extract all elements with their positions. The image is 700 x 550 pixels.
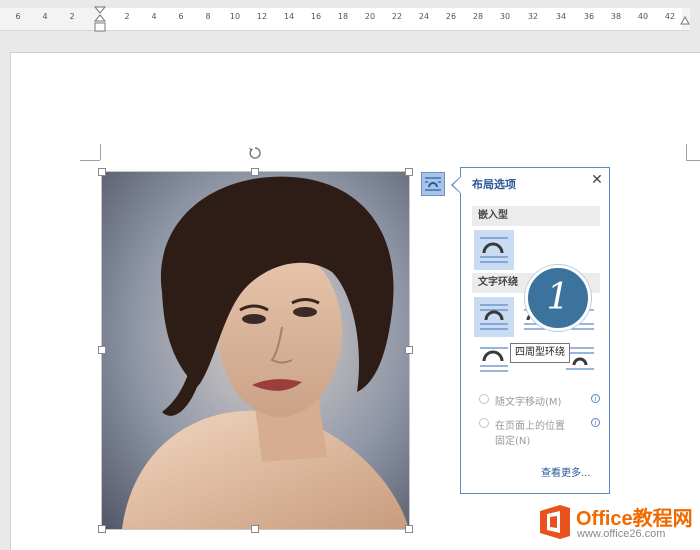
layout-options-panel: 布局选项 ✕ 嵌入型 文字环绕 随文字移动(M) i 在页面上的位置 固定(N)… <box>460 167 610 494</box>
resize-handle-bottom[interactable] <box>251 525 259 533</box>
ruler-tick: 2 <box>124 12 130 21</box>
close-icon[interactable]: ✕ <box>589 172 605 188</box>
ruler-tick: 34 <box>555 12 567 21</box>
horizontal-ruler[interactable]: 6 4 2 2 4 6 8 10 12 14 16 18 20 22 24 26… <box>0 0 700 40</box>
inline-wrap-icon <box>480 237 508 263</box>
ruler-tick: 42 <box>664 12 676 21</box>
ruler-tick: 24 <box>418 12 430 21</box>
top-bottom-wrap-icon <box>480 347 508 372</box>
wrap-text-icon <box>425 177 441 191</box>
right-indent-marker-icon[interactable] <box>680 16 690 26</box>
ruler-tick: 8 <box>205 12 211 21</box>
inserted-photo[interactable] <box>101 171 410 530</box>
resize-handle-top-right[interactable] <box>405 168 413 176</box>
ruler-tick: 22 <box>391 12 403 21</box>
tooltip: 四周型环绕 <box>510 343 570 363</box>
ruler-tick: 40 <box>637 12 649 21</box>
radio-button[interactable] <box>479 394 489 404</box>
ruler-tick: 2 <box>69 12 75 21</box>
portrait-photo <box>102 172 409 529</box>
watermark-brand: Office教程网 <box>576 508 693 530</box>
panel-pointer-inner <box>453 177 461 193</box>
ruler-tick: 20 <box>364 12 376 21</box>
crop-mark <box>686 144 687 160</box>
indent-marker-icon[interactable] <box>94 6 106 34</box>
resize-handle-top-left[interactable] <box>98 168 106 176</box>
ruler-tick: 6 <box>178 12 184 21</box>
resize-handle-top[interactable] <box>251 168 259 176</box>
info-icon[interactable]: i <box>591 418 600 427</box>
ruler-tick: 36 <box>583 12 595 21</box>
radio-fix-position[interactable]: 在页面上的位置 固定(N) <box>479 417 565 447</box>
radio-move-with-text[interactable]: 随文字移动(M) <box>479 393 561 408</box>
office-logo-icon <box>540 505 570 539</box>
ruler-tick: 14 <box>283 12 295 21</box>
radio-fix-position-label-line1: 在页面上的位置 <box>495 421 565 432</box>
radio-button[interactable] <box>479 418 489 428</box>
see-more-link[interactable]: 查看更多... <box>541 464 591 479</box>
section-inline: 嵌入型 <box>472 206 600 226</box>
watermark-url: www.office26.com <box>577 528 666 540</box>
crop-mark <box>80 160 100 161</box>
crop-mark <box>100 144 101 160</box>
ruler-tick: 38 <box>610 12 622 21</box>
ruler-tick: 4 <box>42 12 48 21</box>
info-icon[interactable]: i <box>591 394 600 403</box>
resize-handle-bottom-right[interactable] <box>405 525 413 533</box>
ruler-tick: 4 <box>151 12 157 21</box>
panel-title: 布局选项 <box>472 178 516 191</box>
layout-options-button[interactable] <box>421 172 445 196</box>
ruler-tick: 18 <box>337 12 349 21</box>
resize-handle-right[interactable] <box>405 346 413 354</box>
crop-mark <box>686 160 700 161</box>
radio-fix-position-label-line2: 固定(N) <box>495 436 531 447</box>
square-wrap-icon <box>480 304 508 330</box>
ruler-tick: 30 <box>499 12 511 21</box>
ruler-tick: 10 <box>229 12 241 21</box>
ruler-tick: 32 <box>527 12 539 21</box>
step-callout-badge: 1 <box>525 265 591 331</box>
radio-move-with-text-label: 随文字移动(M) <box>495 397 562 408</box>
ruler-tick: 28 <box>472 12 484 21</box>
rotate-handle-icon[interactable] <box>248 146 262 160</box>
option-top-bottom-wrap[interactable] <box>474 340 514 380</box>
option-square-wrap[interactable] <box>474 297 514 337</box>
resize-handle-bottom-left[interactable] <box>98 525 106 533</box>
ruler-tick: 6 <box>15 12 21 21</box>
ruler-tick: 16 <box>310 12 322 21</box>
option-inline[interactable] <box>474 230 514 270</box>
ruler-tick: 12 <box>256 12 268 21</box>
resize-handle-left[interactable] <box>98 346 106 354</box>
ruler-tick: 26 <box>445 12 457 21</box>
